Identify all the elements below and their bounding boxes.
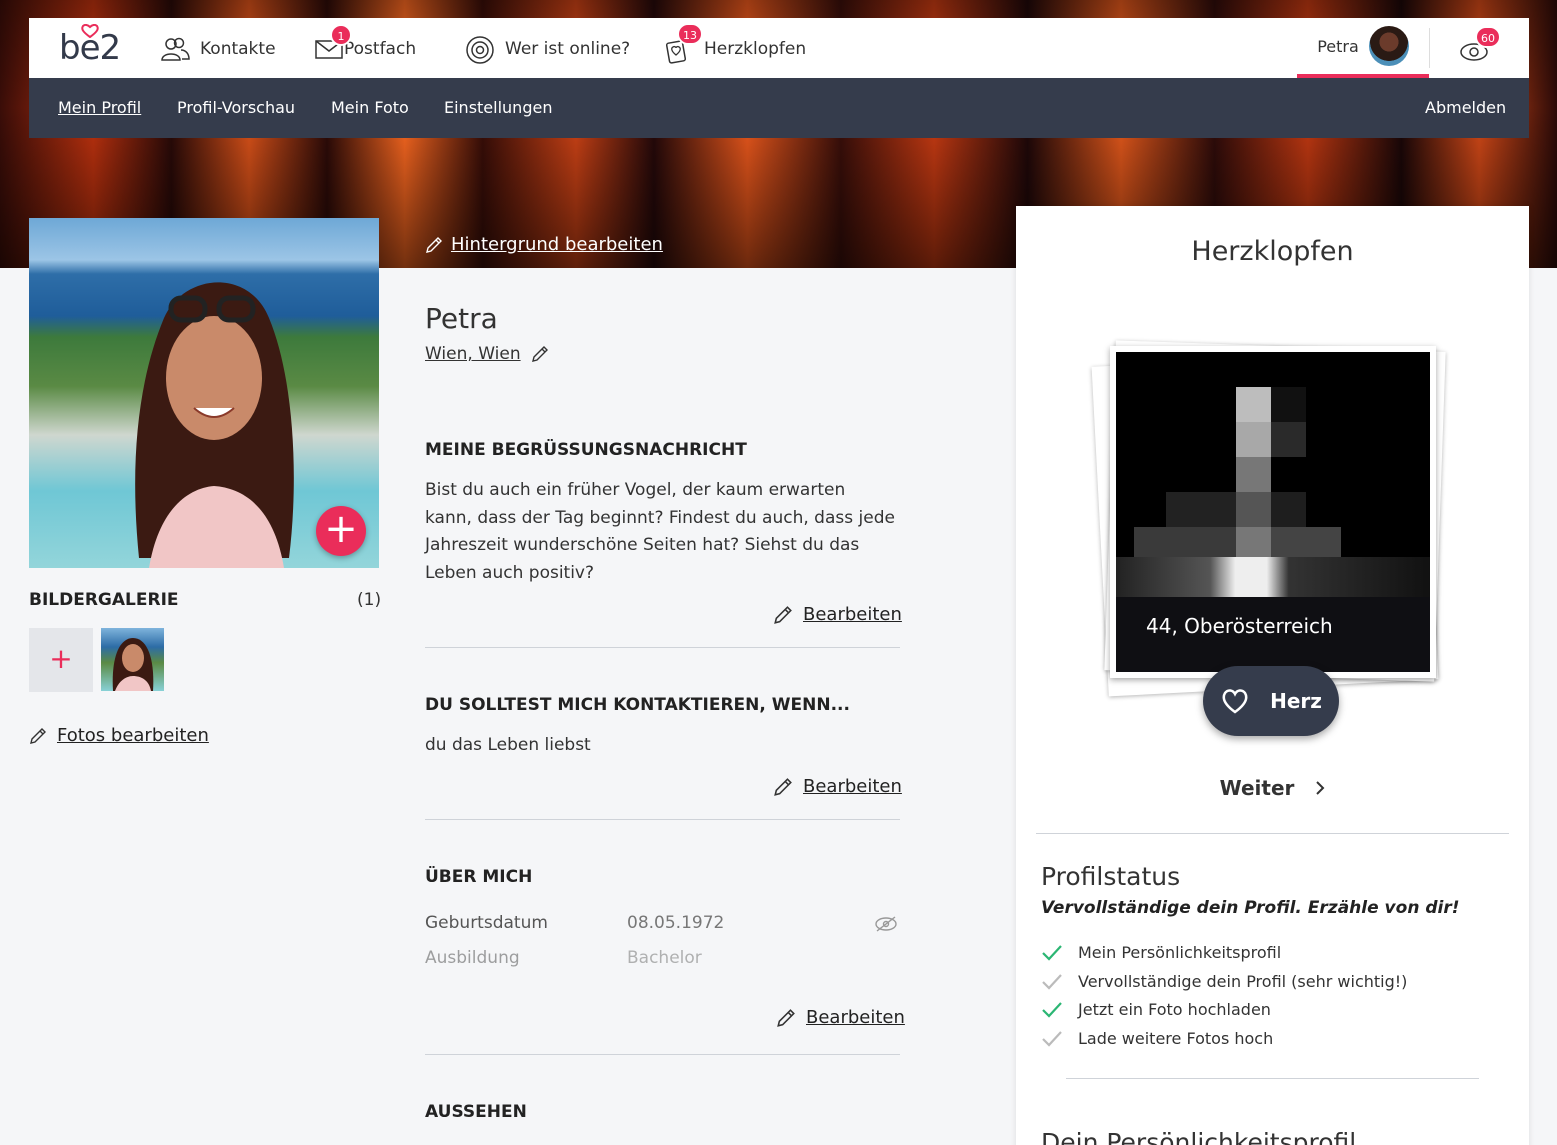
section-title-appearance: AUSSEHEN (425, 1102, 527, 1122)
profile-subnav: Mein Profil Profil-Vorschau Mein Foto Ei… (29, 78, 1529, 138)
nav-wer-ist-online[interactable]: Wer ist online? (465, 36, 631, 64)
edit-photos-link[interactable]: Fotos bearbeiten (29, 725, 209, 746)
avatar (1368, 26, 1409, 66)
subnav-mein-profil[interactable]: Mein Profil (58, 98, 141, 117)
status-item-label: Lade weitere Fotos hoch (1078, 1029, 1274, 1048)
subnav-mein-foto[interactable]: Mein Foto (331, 98, 409, 117)
section-title-about-me: ÜBER MICH (425, 867, 533, 887)
section-divider (425, 819, 900, 820)
online-radar-icon (465, 36, 495, 64)
mail-icon: 1 (314, 24, 352, 62)
nav-label: Herzklopfen (704, 39, 807, 59)
next-button[interactable]: Weiter (1016, 776, 1529, 800)
edit-contact-if-button[interactable]: Bearbeiten (773, 776, 902, 797)
location-text: Wien, Wien (425, 344, 521, 364)
pencil-icon (774, 605, 792, 624)
chevron-right-icon (1316, 781, 1325, 795)
user-menu[interactable]: Petra (1297, 18, 1429, 78)
info-value: 08.05.1972 (627, 913, 725, 933)
pencil-icon (531, 346, 548, 362)
pencil-icon (777, 1008, 795, 1027)
nav-herzklopfen[interactable]: 13 Herzklopfen (664, 23, 807, 64)
heart-button[interactable]: Herz (1203, 666, 1339, 736)
edit-photos-label: Fotos bearbeiten (57, 725, 209, 746)
edit-label: Bearbeiten (803, 604, 902, 625)
notifications-badge: 60 (1475, 26, 1501, 48)
status-item-label: Mein Persönlichkeitsprofil (1078, 943, 1282, 962)
status-item-more-photos[interactable]: Lade weitere Fotos hoch (1041, 1029, 1273, 1048)
section-title-greeting: MEINE BEGRÜSSUNGSNACHRICHT (425, 440, 747, 460)
info-row-birthdate: Geburtsdatum 08.05.1972 (425, 913, 900, 933)
status-item-label: Vervollständige dein Profil (sehr wichti… (1078, 972, 1408, 991)
edit-about-me-button[interactable]: Bearbeiten (776, 1007, 905, 1028)
info-value: Bachelor (627, 948, 702, 968)
section-divider (425, 1054, 900, 1055)
add-photo-button[interactable]: + (316, 506, 366, 556)
edit-label: Bearbeiten (803, 776, 902, 797)
nav-postfach[interactable]: 1 Postfach (314, 24, 417, 62)
info-key: Ausbildung (425, 948, 520, 968)
nav-label: Kontakte (200, 39, 276, 59)
postfach-badge: 1 (330, 24, 352, 46)
personality-profile-title: Dein Persönlichkeitsprofil (1041, 1128, 1357, 1145)
section-title-contact-if: DU SOLLTEST MICH KONTAKTIEREN, WENN... (425, 695, 850, 715)
check-icon-pending (1042, 973, 1062, 990)
status-item-personality[interactable]: Mein Persönlichkeitsprofil (1041, 943, 1281, 962)
heart-button-label: Herz (1270, 689, 1322, 713)
profile-status-title: Profilstatus (1041, 862, 1181, 891)
match-photo-pixelated: 44, Oberösterreich (1116, 352, 1430, 672)
nav-label: Wer ist online? (505, 39, 631, 59)
user-name: Petra (1317, 36, 1359, 56)
gallery-add-button[interactable]: + (29, 628, 93, 692)
pencil-icon (30, 727, 46, 744)
nav-kontakte[interactable]: Kontakte (160, 36, 276, 62)
top-navigation: be2 Kontakte 1 Postfach Wer ist online? … (29, 18, 1529, 78)
match-card[interactable]: 44, Oberösterreich (1110, 346, 1436, 678)
status-item-upload-photo[interactable]: Jetzt ein Foto hochladen (1041, 1000, 1271, 1019)
heart-icon (1222, 689, 1248, 714)
greeting-text: Bist du auch ein früher Vogel, der kaum … (425, 480, 895, 583)
profile-status-subtitle: Vervollständige dein Profil. Erzähle von… (1041, 898, 1460, 918)
next-label: Weiter (1219, 776, 1295, 800)
info-row-education: Ausbildung Bachelor (425, 948, 900, 968)
card-divider (1036, 833, 1509, 834)
gallery-title: BILDERGALERIE (29, 590, 179, 610)
gallery-thumbnail[interactable] (101, 628, 164, 691)
pencil-icon (774, 777, 792, 796)
logout-link[interactable]: Abmelden (1425, 98, 1506, 117)
status-item-complete-profile[interactable]: Vervollständige dein Profil (sehr wichti… (1041, 972, 1407, 991)
match-caption: 44, Oberösterreich (1116, 597, 1430, 672)
check-icon-done (1042, 944, 1062, 961)
edit-background-link[interactable]: Hintergrund bearbeiten (425, 234, 663, 255)
heart-cards-icon: 13 (664, 23, 703, 64)
herzklopfen-badge: 13 (677, 23, 703, 45)
thumbnail-person (112, 638, 154, 691)
check-icon-done (1042, 1001, 1062, 1018)
profile-name: Petra (425, 302, 498, 335)
eye-hidden-icon[interactable] (874, 915, 898, 933)
profile-photo-person (135, 282, 294, 568)
pencil-icon (426, 236, 442, 253)
logo-heart-icon (81, 24, 99, 38)
contact-if-text: du das Leben liebst (425, 735, 591, 755)
edit-label: Bearbeiten (806, 1007, 905, 1028)
notifications-button[interactable]: 60 (1459, 26, 1501, 64)
info-key: Geburtsdatum (425, 913, 548, 933)
location-link[interactable]: Wien, Wien (425, 344, 549, 364)
card-divider (1066, 1078, 1479, 1079)
edit-greeting-button[interactable]: Bearbeiten (773, 604, 902, 625)
nav-separator (1429, 28, 1430, 68)
check-icon-pending (1042, 1030, 1062, 1047)
section-divider (425, 647, 900, 648)
status-item-label: Jetzt ein Foto hochladen (1078, 1000, 1271, 1019)
card-title: Herzklopfen (1191, 236, 1354, 267)
contacts-icon (160, 36, 190, 62)
be2-logo[interactable]: be2 (59, 24, 121, 68)
nav-label: Postfach (344, 39, 417, 59)
edit-background-label: Hintergrund bearbeiten (451, 234, 663, 255)
subnav-profil-vorschau[interactable]: Profil-Vorschau (177, 98, 295, 117)
herzklopfen-card: Herzklopfen 44, Oberösterreich Herz Weit… (1016, 206, 1529, 1145)
gallery-count: (1) (357, 590, 382, 610)
subnav-einstellungen[interactable]: Einstellungen (444, 98, 552, 117)
